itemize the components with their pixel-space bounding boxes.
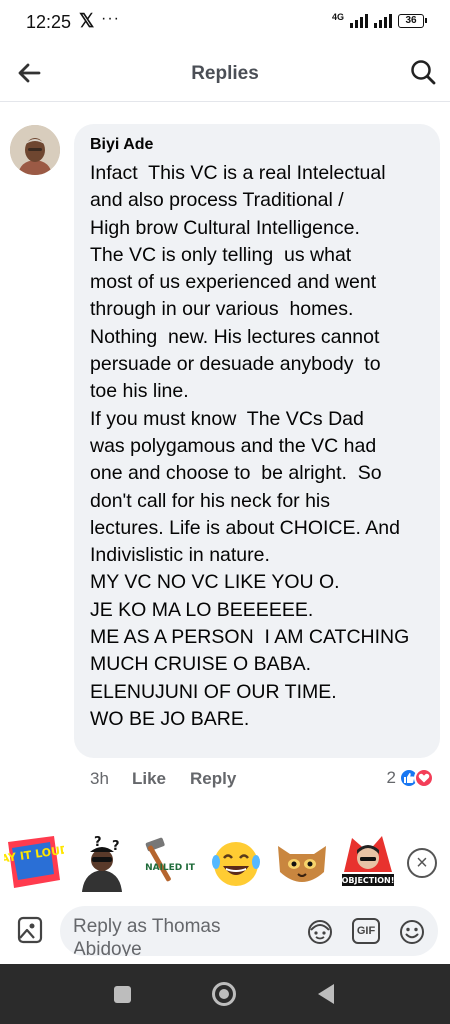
like-button[interactable]: Like: [132, 769, 190, 789]
search-button[interactable]: [408, 57, 438, 87]
reactions-summary[interactable]: 2: [387, 768, 434, 788]
love-reaction-icon: [414, 768, 434, 788]
comment-line: ME AS A PERSON I AM CATCHING: [90, 626, 410, 649]
more-notifications-indicator: ···: [101, 10, 120, 27]
comment-line: and also process Traditional /: [90, 189, 344, 212]
system-back-button[interactable]: [318, 984, 334, 1004]
comment-line: ELENUJUNI OF OUR TIME.: [90, 680, 337, 703]
signal-icon-2: [374, 14, 392, 28]
search-icon: [411, 60, 436, 85]
page-title: Replies: [191, 63, 259, 84]
comment-line: don't call for his neck for his: [90, 489, 330, 512]
status-bar: 12:25 𝕏 ··· 4G 36: [0, 0, 450, 44]
nailed-it-sticker[interactable]: NAILED IT: [140, 832, 200, 892]
network-type: 4G: [331, 12, 344, 22]
avatar-sticker-icon[interactable]: [306, 918, 334, 946]
signal-icon: [350, 14, 368, 28]
comment-line: The VC is only telling us what: [90, 243, 352, 266]
comment-author[interactable]: Biyi Ade: [90, 136, 426, 154]
sticker-tray: SAY IT LOUD! ? ? NAILED IT OBJECTION! ×: [0, 828, 450, 900]
comment-line: Nothing new. His lectures cannot: [90, 325, 380, 348]
thinking-man-sticker[interactable]: ? ?: [72, 832, 132, 892]
header: Replies: [0, 44, 450, 102]
comment-line: persuade or desuade anybody to: [90, 353, 381, 376]
comment-line: JE KO MA LO BEEEEEE.: [90, 598, 314, 621]
comment-line: Infact This VC is a real Intelectual: [90, 162, 386, 184]
objection-sticker[interactable]: OBJECTION!: [338, 832, 398, 892]
laughing-emoji-sticker[interactable]: [206, 832, 266, 892]
status-time: 12:25: [26, 12, 72, 32]
recent-apps-button[interactable]: [114, 986, 131, 1003]
comment-line: MUCH CRUISE O BABA.: [90, 653, 312, 676]
status-right-group: 4G 36: [331, 12, 427, 28]
say-it-loud-sticker[interactable]: SAY IT LOUD!: [0, 832, 75, 892]
x-logo-icon: 𝕏: [79, 11, 95, 32]
comment-actions: 3h Like Reply: [90, 768, 236, 790]
reaction-count: 2: [386, 768, 396, 787]
photo-icon: [17, 916, 43, 944]
comment-line: MY VC NO VC LIKE YOU O.: [90, 571, 340, 594]
gif-button[interactable]: GIF: [352, 918, 380, 944]
emoji-icon[interactable]: [398, 918, 426, 946]
close-stickers-button[interactable]: ×: [407, 848, 437, 878]
comment-text: Infact This VC is a real Intelectual and…: [90, 160, 426, 733]
reply-composer: Reply as Thomas Abidoye GIF: [0, 902, 450, 964]
comment-bubble[interactable]: Biyi Ade Infact This VC is a real Intele…: [74, 124, 440, 758]
sticker-text: OBJECTION!: [342, 876, 395, 885]
home-button[interactable]: [212, 982, 236, 1006]
comment-line: If you must know The VCs Dad: [90, 407, 364, 430]
comment-line: WO BE JO BARE.: [90, 707, 250, 730]
system-nav-bar: [0, 964, 450, 1024]
comment-line: one and choose to be alright. So: [90, 462, 382, 485]
reply-placeholder: Reply as Thomas Abidoye: [73, 916, 221, 956]
comment-timestamp[interactable]: 3h: [90, 769, 132, 789]
sticker-text: NAILED IT: [145, 863, 196, 873]
comment-line: was polygamous and the VC had: [90, 434, 377, 457]
comment-line: Indivislistic in nature.: [90, 544, 270, 567]
cat-sticker[interactable]: [272, 832, 332, 892]
reply-input[interactable]: Reply as Thomas Abidoye GIF: [60, 906, 438, 956]
avatar[interactable]: [10, 125, 60, 175]
comment-line: toe his line.: [90, 380, 189, 403]
reply-button[interactable]: Reply: [190, 769, 236, 789]
comment-line: lectures. Life is about CHOICE. And: [90, 516, 400, 539]
photo-button[interactable]: [17, 916, 43, 944]
close-icon: ×: [416, 852, 428, 874]
battery-icon: 36: [398, 14, 427, 28]
comment-line: through in our various homes.: [90, 298, 354, 321]
user-photo: [10, 125, 60, 175]
comment-line: High brow Cultural Intelligence.: [90, 216, 360, 239]
comment-line: most of us experienced and went: [90, 271, 377, 294]
